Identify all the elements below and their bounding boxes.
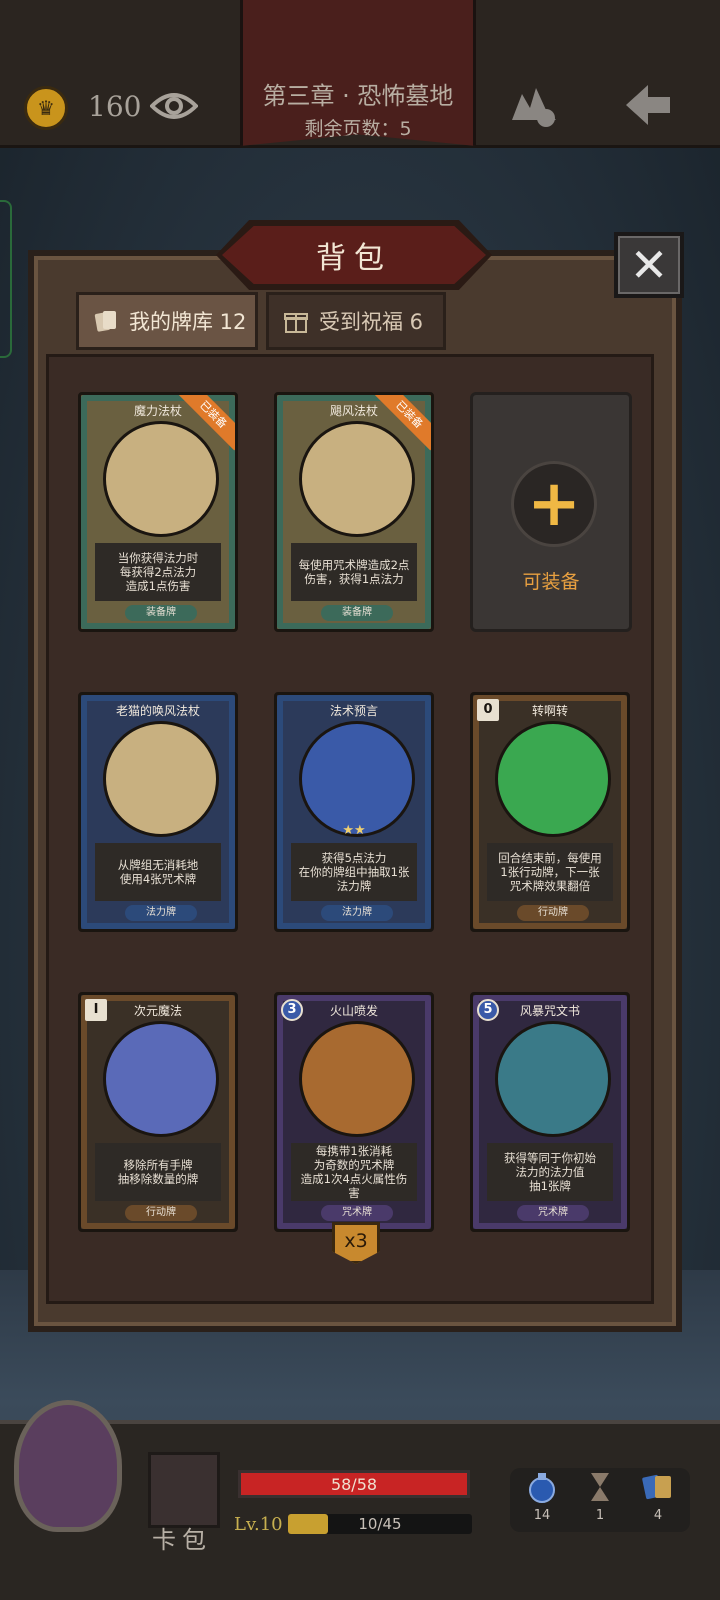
hourglass-resource[interactable]: 1 xyxy=(580,1470,620,1523)
card-type: 装备牌 xyxy=(125,605,197,621)
potion-icon xyxy=(529,1473,555,1503)
cards-icon xyxy=(94,311,116,332)
card-name: 法术预言 xyxy=(329,704,378,718)
chapter-banner: 第三章 · 恐怖墓地 剩余页数：5 xyxy=(240,0,476,146)
hero-portrait[interactable] xyxy=(14,1400,122,1532)
level-label: Lv.10 xyxy=(234,1514,283,1535)
card-storm-spellbook[interactable]: 风暴咒文书 获得等同于你初始 法力的法力值 抽1张牌 咒术牌 5 xyxy=(470,992,630,1232)
card-desc: 获得等同于你初始 法力的法力值 抽1张牌 xyxy=(487,1143,613,1201)
cards-count: 4 xyxy=(653,1508,663,1523)
close-button[interactable]: ✕ xyxy=(614,232,684,298)
crystal-ball-art-icon xyxy=(299,721,415,837)
card-desc: 当你获得法力时 每获得2点法力 造成1点伤害 xyxy=(95,543,221,601)
panel-title: 背包 xyxy=(316,241,392,276)
pages-left: 剩余页数：5 xyxy=(304,118,412,140)
cards-icon xyxy=(642,1474,671,1500)
wind-staff-art-icon xyxy=(103,721,219,837)
potion-count: 14 xyxy=(533,1508,551,1523)
spellbook-art-icon xyxy=(495,1021,611,1137)
card-hurricane-staff[interactable]: 飓风法杖 每使用咒术牌造成2点 伤害，获得1点法力 装备牌 已装备 xyxy=(274,392,434,632)
card-volcano-eruption[interactable]: 火山喷发 每携带1张消耗 为奇数的咒术牌 造成1次4点火属性伤害 咒术牌 3 xyxy=(274,992,434,1232)
top-bar: ♛ 160 第三章 · 恐怖墓地 剩余页数：5 xyxy=(0,0,720,148)
cost-badge: I xyxy=(85,999,107,1021)
potion-resource[interactable]: 14 xyxy=(522,1470,562,1523)
close-icon: ✕ xyxy=(629,238,669,292)
card-type: 法力牌 xyxy=(125,905,197,921)
plus-icon: + xyxy=(511,461,597,547)
card-spin[interactable]: 转啊转 回合结束前，每使用 1张行动牌，下一张 咒术牌效果翻倍 行动牌 0 xyxy=(470,692,630,932)
card-desc: 从牌组无消耗地 使用4张咒术牌 xyxy=(95,843,221,901)
card-type: 法力牌 xyxy=(321,905,393,921)
hourglass-icon xyxy=(591,1473,609,1501)
tab-blessings[interactable]: 受到祝福 6 xyxy=(266,292,446,350)
tab-label: 我的牌库 12 xyxy=(129,310,247,334)
crown-coin-icon: ♛ xyxy=(24,86,68,130)
hp-bar: 58/58 xyxy=(238,1470,470,1498)
card-desc: 回合结束前，每使用 1张行动牌，下一张 咒术牌效果翻倍 xyxy=(487,843,613,901)
card-spell-prophecy[interactable]: 法术预言 ★★ 获得5点法力 在你的牌组中抽取1张 法力牌 法力牌 xyxy=(274,692,434,932)
hp-text: 58/58 xyxy=(330,1475,378,1494)
cards-resource[interactable]: 4 xyxy=(638,1470,678,1523)
card-magic-staff[interactable]: 魔力法杖 当你获得法力时 每获得2点法力 造成1点伤害 装备牌 已装备 xyxy=(78,392,238,632)
xp-bar: 10/45 xyxy=(288,1514,472,1534)
back-arrow-icon[interactable] xyxy=(620,80,676,130)
card-name: 老猫的唤风法杖 xyxy=(115,704,200,718)
volcano-art-icon xyxy=(299,1021,415,1137)
coin-count: 160 xyxy=(88,90,142,123)
card-old-cat-wind-staff[interactable]: 老猫的唤风法杖 从牌组无消耗地 使用4张咒术牌 法力牌 xyxy=(78,692,238,932)
card-type: 行动牌 xyxy=(517,905,589,921)
lightning-staff-art-icon xyxy=(299,421,415,537)
card-type: 行动牌 xyxy=(125,1205,197,1221)
staff-art-icon xyxy=(103,421,219,537)
card-type: 咒术牌 xyxy=(321,1205,393,1221)
xp-text: 10/45 xyxy=(358,1515,402,1533)
tab-my-deck[interactable]: 我的牌库 12 xyxy=(76,292,258,350)
vortex-art-icon xyxy=(495,721,611,837)
hourglass-count: 1 xyxy=(595,1508,605,1523)
card-type: 咒术牌 xyxy=(517,1205,589,1221)
chapter-title: 第三章 · 恐怖墓地 xyxy=(262,82,454,110)
card-desc: 获得5点法力 在你的牌组中抽取1张 法力牌 xyxy=(291,843,417,901)
cost-badge: 3 xyxy=(281,999,303,1021)
star-rating: ★★ xyxy=(342,823,366,838)
dimension-rift-art-icon xyxy=(103,1021,219,1137)
side-indicator xyxy=(0,200,12,358)
eye-icon[interactable] xyxy=(150,88,198,124)
tab-label: 受到祝福 6 xyxy=(319,310,424,334)
card-dimension-magic[interactable]: 次元魔法 移除所有手牌 抽移除数量的牌 行动牌 I xyxy=(78,992,238,1232)
card-type: 装备牌 xyxy=(321,605,393,621)
title-plate: 背包 xyxy=(222,226,486,284)
card-desc: 每携带1张消耗 为奇数的咒术牌 造成1次4点火属性伤害 xyxy=(291,1143,417,1201)
card-pack-label: 卡包 xyxy=(152,1526,212,1554)
card-desc: 移除所有手牌 抽移除数量的牌 xyxy=(95,1143,221,1201)
card-desc: 每使用咒术牌造成2点 伤害，获得1点法力 xyxy=(291,543,417,601)
cost-badge: 0 xyxy=(477,699,499,721)
empty-equip-slot[interactable]: + 可装备 xyxy=(470,392,632,632)
gift-icon xyxy=(284,313,308,333)
pet-icon[interactable] xyxy=(506,80,562,130)
card-pack-button[interactable] xyxy=(148,1452,220,1528)
equippable-label: 可装备 xyxy=(522,571,580,593)
cost-badge: 5 xyxy=(477,999,499,1021)
